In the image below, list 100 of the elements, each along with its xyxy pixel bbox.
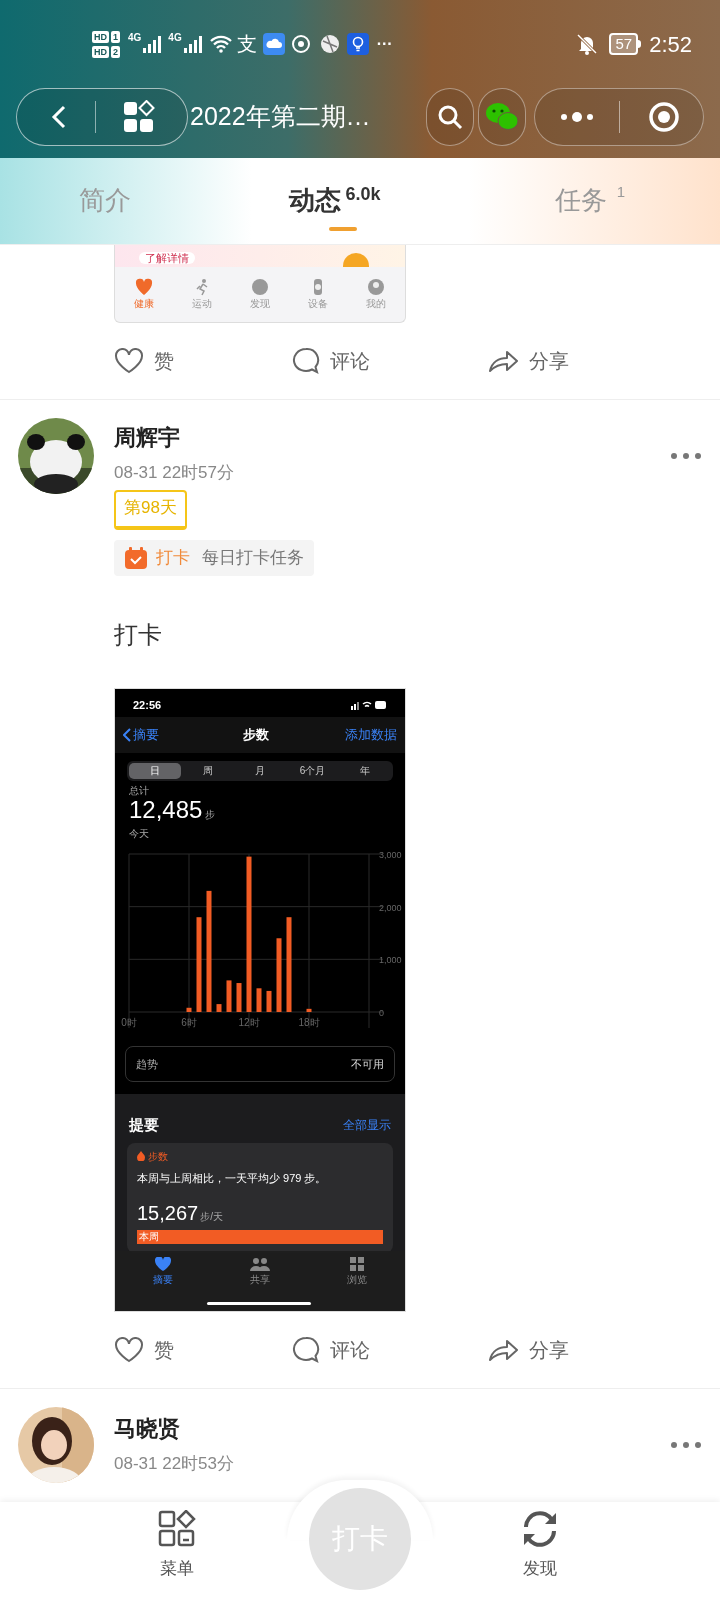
average-value: 15,267 (137, 1201, 199, 1226)
chart-bar (306, 1008, 312, 1012)
search-icon[interactable] (436, 103, 464, 131)
menu-button[interactable]: 菜单 (158, 1510, 196, 1600)
action-button[interactable]: 赞 (114, 346, 174, 376)
task-tag: 打卡 (156, 545, 190, 571)
network-label: 4G (168, 31, 182, 45)
axis-label: 12时 (238, 1017, 260, 1028)
post-text: 打卡 (114, 620, 162, 650)
post-time: 08-31 22时57分 (114, 462, 235, 484)
action-button[interactable]: 赞 (114, 1335, 174, 1365)
share-icon[interactable] (487, 348, 519, 374)
axis-label: 2,000 (379, 902, 402, 913)
share-icon[interactable] (487, 1337, 519, 1363)
pay-glyph: 支 (236, 32, 257, 57)
more-icon[interactable] (670, 452, 702, 460)
heart-icon[interactable] (114, 1337, 144, 1363)
trend-row[interactable]: 趋势 不可用 (125, 1046, 395, 1082)
menu-grid-icon[interactable] (158, 1510, 196, 1548)
grid-icon[interactable] (349, 1257, 364, 1271)
chat-bubbles-icon[interactable] (484, 101, 520, 133)
tab-bar-item[interactable]: 浏览 (346, 1257, 367, 1287)
highlight-text: 本周与上周相比，一天平均少 979 步。 (137, 1170, 328, 1186)
sun-icon (343, 253, 369, 267)
segment-tab[interactable]: 月 (233, 763, 287, 779)
wechat-button[interactable] (478, 88, 526, 146)
signal-icon (182, 34, 203, 54)
cloud-icon (262, 33, 285, 55)
ball-icon (318, 33, 341, 55)
author-name[interactable]: 马晓贤 (114, 1413, 180, 1445)
target-icon (290, 33, 313, 55)
heart-icon[interactable] (114, 348, 144, 374)
apps-icon[interactable] (122, 100, 156, 134)
action-button[interactable]: 评论 (292, 1335, 370, 1365)
chart-bar (256, 988, 262, 1012)
capsule-left-button[interactable] (16, 88, 188, 146)
axis-label: 18时 (298, 1017, 320, 1028)
section-title: 提要 (129, 1115, 159, 1135)
sim-badge: HD (92, 45, 109, 58)
search-button[interactable] (426, 88, 474, 146)
discover-button[interactable]: 发现 (520, 1510, 560, 1600)
total-label: 总计 (129, 785, 150, 797)
axis-label: 0 (379, 1008, 384, 1018)
task-name: 每日打卡任务 (202, 547, 304, 570)
tab-bar-item[interactable]: 共享 (250, 1257, 270, 1287)
more-icon[interactable] (670, 1441, 702, 1449)
add-data-link[interactable]: 添加数据 (345, 725, 397, 745)
action-button[interactable]: 评论 (292, 346, 370, 376)
axis-label: 1,000 (379, 955, 402, 966)
action-button[interactable]: 分享 (487, 346, 569, 376)
battery-indicator: 57 (609, 33, 642, 55)
segment-tab[interactable]: 6个月 (286, 763, 339, 779)
flame-icon (137, 1151, 145, 1161)
clock: 22:56 (133, 697, 162, 713)
step-unit: 步 (205, 808, 216, 822)
more-icon[interactable] (559, 111, 595, 123)
post-time: 08-31 22时53分 (114, 1453, 235, 1475)
capsule-right-button[interactable] (534, 88, 704, 146)
back-link[interactable]: 摘要 (123, 725, 159, 745)
close-target-icon[interactable] (648, 101, 680, 133)
chart-bar (186, 1007, 192, 1012)
details-link[interactable]: 了解详情 (139, 252, 195, 264)
axis-label: 0时 (121, 1017, 137, 1028)
screen-title: 步数 (243, 726, 269, 745)
tab-bar-item[interactable]: 摘要 (153, 1257, 174, 1287)
segment-tab[interactable]: 年 (338, 763, 392, 779)
comment-icon[interactable] (292, 347, 320, 375)
network-label: 4G (128, 31, 142, 45)
task-chip[interactable]: 打卡 每日打卡任务 (114, 540, 314, 576)
axis-label: 6时 (181, 1017, 197, 1028)
period-label: 今天 (129, 828, 150, 840)
segment-tab[interactable]: 周 (181, 763, 234, 779)
overflow-indicator: ··· (376, 34, 393, 54)
signal-icon (142, 34, 163, 54)
segment-tab[interactable]: 日 (129, 763, 182, 779)
sim-badge: HD (92, 30, 109, 43)
average-unit: 步/天 (200, 1210, 223, 1224)
step-total: 12,485 (129, 797, 203, 823)
clock: 2:52 (649, 30, 692, 59)
author-name[interactable]: 周辉宇 (114, 422, 180, 454)
chart-bar (236, 983, 242, 1012)
person-icon[interactable] (367, 278, 385, 296)
bell-muted-icon (575, 32, 600, 56)
highlight-tag: 步数 (148, 1148, 168, 1164)
back-icon[interactable] (123, 728, 131, 742)
show-all-link[interactable]: 全部显示 (343, 1116, 391, 1135)
sim-slot: 2 (111, 45, 120, 58)
app-tab[interactable]: 健康 (115, 278, 173, 311)
sim-slot: 1 (111, 30, 120, 43)
comment-icon[interactable] (292, 1336, 320, 1364)
heart-icon[interactable] (135, 278, 153, 296)
status-icons (351, 700, 387, 710)
calendar-check-icon (124, 546, 148, 570)
page-title: 2022年第二期… (190, 101, 371, 133)
action-button[interactable]: 分享 (487, 1335, 569, 1365)
heart-icon[interactable] (155, 1257, 172, 1271)
people-icon[interactable] (250, 1257, 270, 1271)
lightbulb-icon (346, 33, 369, 55)
day-badge: 第98天 (114, 490, 187, 530)
chart-bar (216, 1004, 222, 1012)
